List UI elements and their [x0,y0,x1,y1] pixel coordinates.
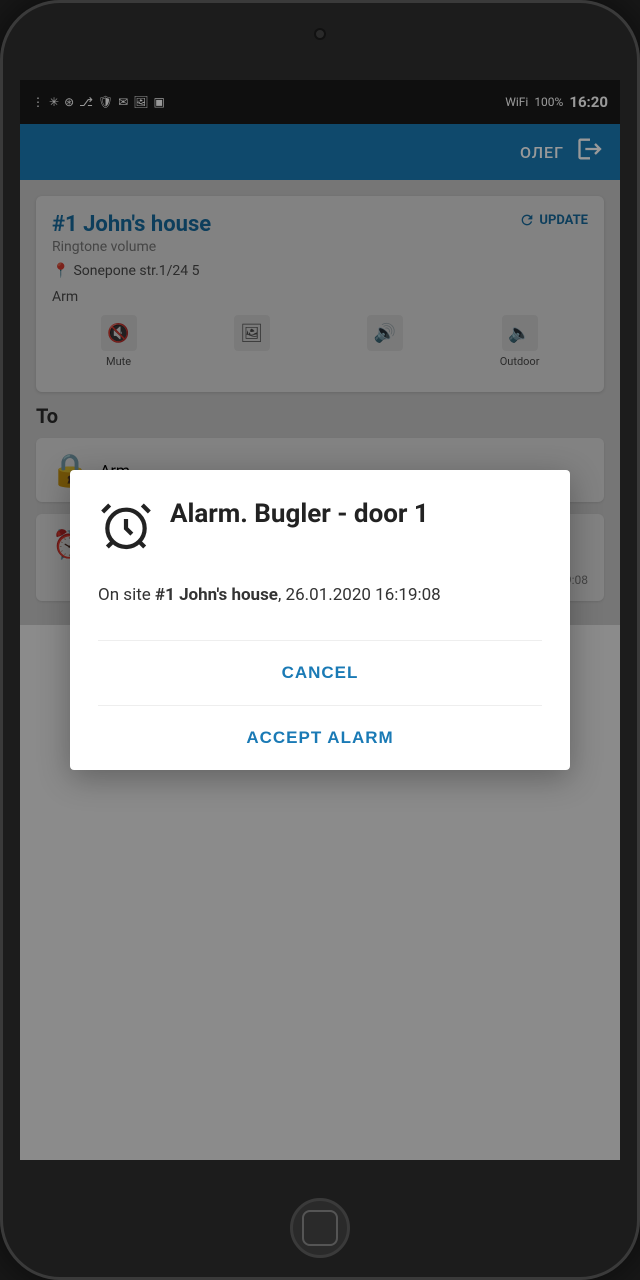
home-button[interactable] [290,1198,350,1258]
accept-alarm-button[interactable]: ACCEPT ALARM [98,706,542,770]
cancel-button[interactable]: CANCEL [98,641,542,706]
alarm-clock-icon [98,498,154,563]
dialog-actions: CANCEL ACCEPT ALARM [98,640,542,770]
phone-screen: ⋮ ✳ ⊛ ⎇ 🛡 ✉ 🖼 ▣ WiFi 100% 16:20 ОЛЕГ [20,80,620,1160]
overlay: Alarm. Bugler - door 1 On site #1 John's… [20,80,620,1160]
alarm-dialog: Alarm. Bugler - door 1 On site #1 John's… [70,470,570,771]
dialog-body-prefix: On site [98,585,155,605]
phone-frame: ⋮ ✳ ⊛ ⎇ 🛡 ✉ 🖼 ▣ WiFi 100% 16:20 ОЛЕГ [0,0,640,1280]
dialog-header: Alarm. Bugler - door 1 [98,498,542,563]
camera [314,28,326,40]
dialog-title: Alarm. Bugler - door 1 [170,498,429,532]
dialog-site-name: #1 John's house [155,585,278,605]
home-button-inner [302,1210,338,1246]
dialog-body: On site #1 John's house, 26.01.2020 16:1… [98,583,542,609]
dialog-body-suffix: , 26.01.2020 16:19:08 [278,585,441,605]
